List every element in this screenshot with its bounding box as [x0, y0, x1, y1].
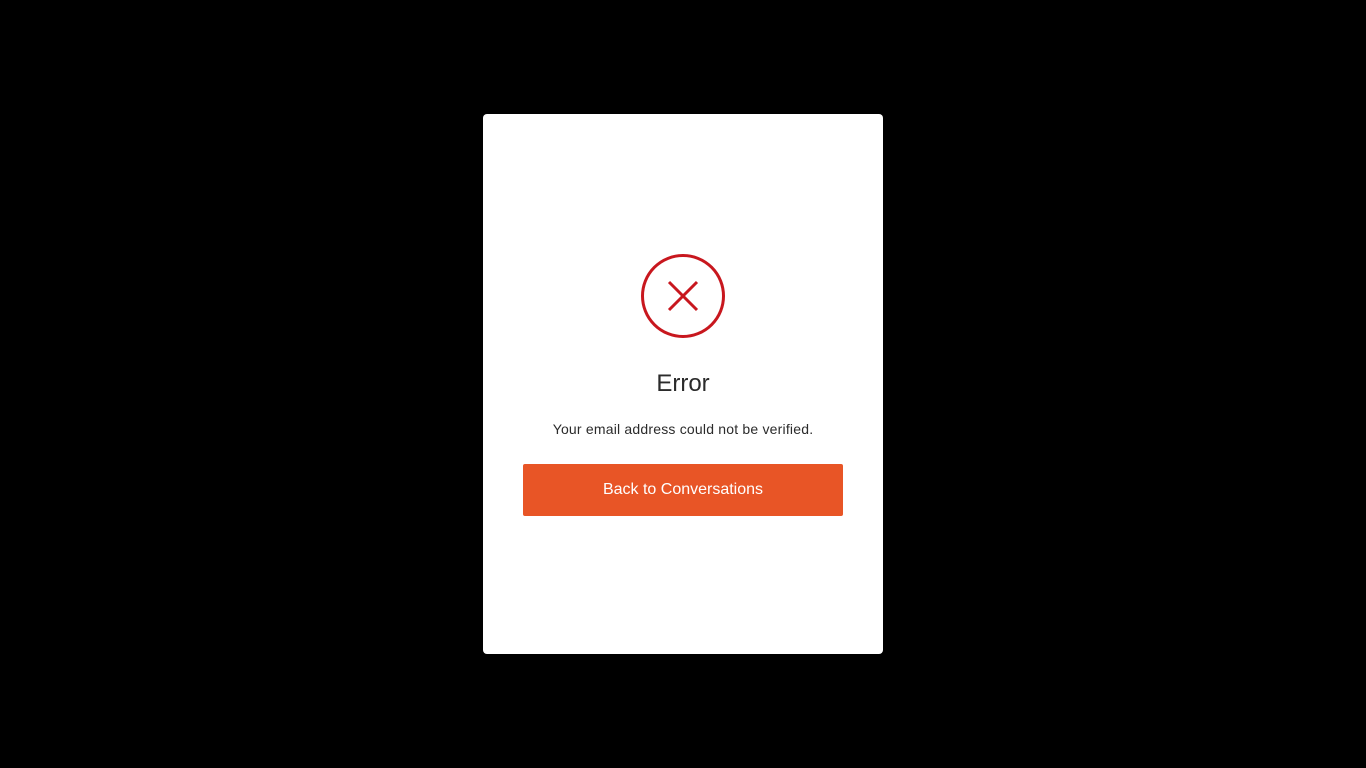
dialog-title: Error	[656, 370, 710, 397]
error-dialog: Error Your email address could not be ve…	[483, 114, 883, 654]
error-message: Your email address could not be verified…	[552, 421, 814, 437]
back-to-conversations-button[interactable]: Back to Conversations	[523, 464, 843, 516]
modal-backdrop: Error Your email address could not be ve…	[0, 0, 1366, 768]
error-circle-x-icon	[641, 254, 725, 338]
